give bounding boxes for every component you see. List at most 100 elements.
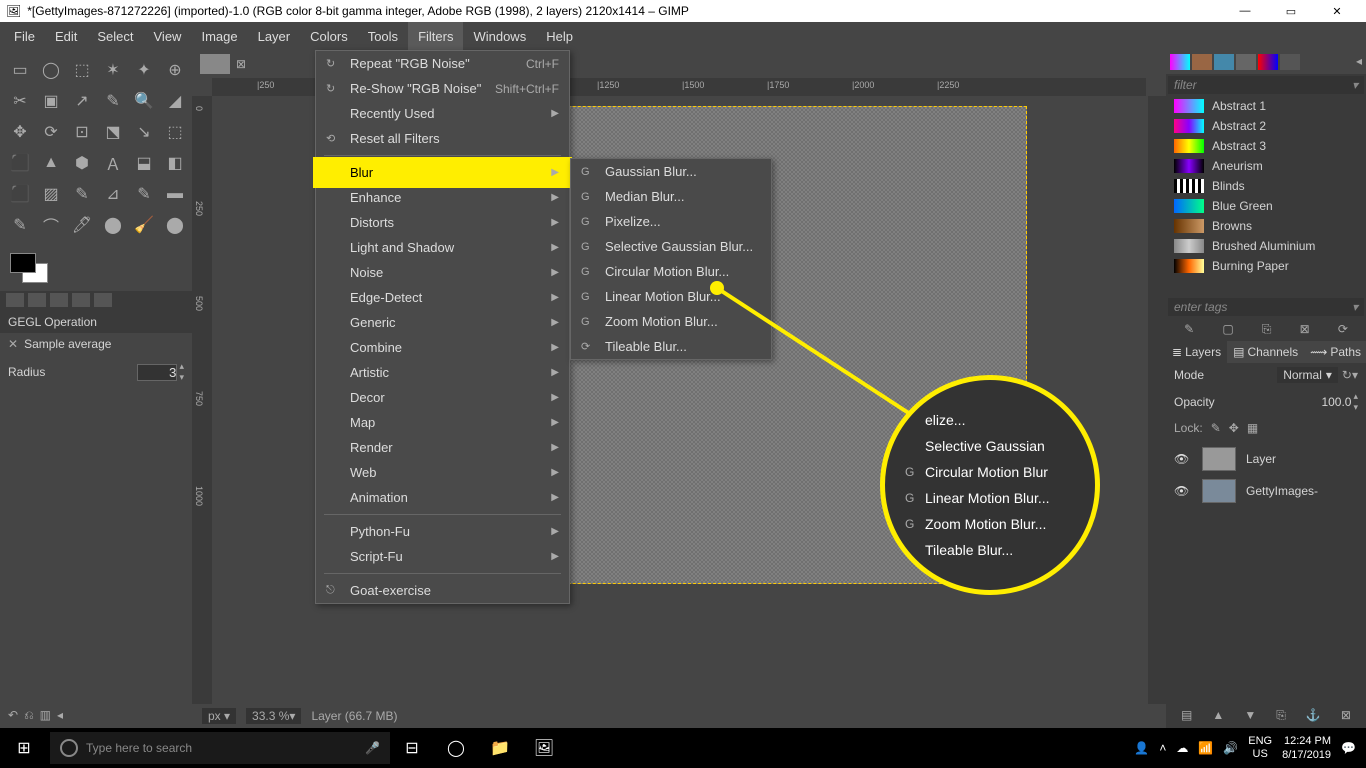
- submenu-item[interactable]: GCircular Motion Blur...: [571, 259, 771, 284]
- people-icon[interactable]: 👤: [1134, 741, 1149, 755]
- edit-icon[interactable]: ✎: [1184, 322, 1194, 337]
- menu-image[interactable]: Image: [191, 22, 247, 50]
- menu-item[interactable]: Blur▶: [316, 160, 569, 185]
- menu-item[interactable]: Artistic▶: [316, 360, 569, 385]
- tool-10[interactable]: 🔍: [130, 87, 158, 115]
- submenu-item[interactable]: GLinear Motion Blur...: [571, 284, 771, 309]
- tool-29[interactable]: ▬: [161, 180, 189, 208]
- gradient-item[interactable]: Burning Paper: [1166, 256, 1366, 276]
- mode-reset-icon[interactable]: ↻▾: [1342, 368, 1358, 382]
- menu-item[interactable]: Noise▶: [316, 260, 569, 285]
- menu-view[interactable]: View: [144, 22, 192, 50]
- visibility-icon[interactable]: 👁: [1174, 484, 1192, 498]
- task-view-icon[interactable]: ⊟: [390, 728, 434, 768]
- tool-16[interactable]: ↘: [130, 118, 158, 146]
- gradient-item[interactable]: Abstract 3: [1166, 136, 1366, 156]
- sample-average-row[interactable]: ✕Sample average: [0, 333, 192, 355]
- panel-tab-layers[interactable]: ≣Layers: [1166, 341, 1227, 363]
- menu-select[interactable]: Select: [87, 22, 143, 50]
- gradient-item[interactable]: Abstract 1: [1166, 96, 1366, 116]
- lock-alpha-icon[interactable]: ▦: [1247, 421, 1258, 435]
- refresh-icon[interactable]: ⟳: [1338, 322, 1348, 337]
- tool-8[interactable]: ↗: [68, 87, 96, 115]
- tool-28[interactable]: ✎: [130, 180, 158, 208]
- tool-5[interactable]: ⊕: [161, 56, 189, 84]
- mic-icon[interactable]: 🎤: [365, 741, 380, 755]
- menu-tools[interactable]: Tools: [358, 22, 408, 50]
- language-indicator[interactable]: ENGUS: [1248, 735, 1272, 761]
- patterns-tab-icon[interactable]: [1192, 54, 1212, 70]
- tool-20[interactable]: ⬢: [68, 149, 96, 177]
- gradient-item[interactable]: Blinds: [1166, 176, 1366, 196]
- menu-item[interactable]: Recently Used▶: [316, 101, 569, 126]
- menu-windows[interactable]: Windows: [463, 22, 536, 50]
- new-icon[interactable]: ▢: [1222, 322, 1233, 337]
- tool-9[interactable]: ✎: [99, 87, 127, 115]
- explorer-icon[interactable]: 📁: [478, 728, 522, 768]
- menu-item[interactable]: Distorts▶: [316, 210, 569, 235]
- duplicate-icon[interactable]: ⎘: [1262, 322, 1272, 337]
- menu-item[interactable]: Enhance▶: [316, 185, 569, 210]
- gradient-filter-input[interactable]: filter▾: [1168, 76, 1364, 94]
- history-tab-icon[interactable]: [1236, 54, 1256, 70]
- doc-tab-icon[interactable]: [1280, 54, 1300, 70]
- menu-item[interactable]: Light and Shadow▶: [316, 235, 569, 260]
- tool-17[interactable]: ⬚: [161, 118, 189, 146]
- gradient-item[interactable]: Blue Green: [1166, 196, 1366, 216]
- tool-0[interactable]: ▭: [6, 56, 34, 84]
- delete-icon[interactable]: ⊠: [1300, 322, 1310, 337]
- image-tab-thumb[interactable]: [200, 54, 230, 74]
- menu-item[interactable]: ⟲Reset all Filters: [316, 126, 569, 151]
- tool-33[interactable]: ⬤: [99, 211, 127, 239]
- menu-item[interactable]: Render▶: [316, 435, 569, 460]
- gradient-item[interactable]: Brushed Aluminium: [1166, 236, 1366, 256]
- tool-24[interactable]: ⬛: [6, 180, 34, 208]
- tool-35[interactable]: ⬤: [161, 211, 189, 239]
- tool-30[interactable]: ✎: [6, 211, 34, 239]
- tool-31[interactable]: ⌒: [37, 211, 65, 239]
- menu-help[interactable]: Help: [536, 22, 583, 50]
- tool-1[interactable]: ◯: [37, 56, 65, 84]
- gradient-item[interactable]: Abstract 2: [1166, 116, 1366, 136]
- menu-item[interactable]: Python-Fu▶: [316, 519, 569, 544]
- submenu-item[interactable]: GZoom Motion Blur...: [571, 309, 771, 334]
- fonts-tab-icon[interactable]: [1214, 54, 1234, 70]
- menu-filters[interactable]: Filters: [408, 22, 463, 50]
- gimp-taskbar-icon[interactable]: 🖼: [522, 728, 566, 768]
- tool-18[interactable]: ⬛: [6, 149, 34, 177]
- clock[interactable]: 12:24 PM8/17/2019: [1282, 734, 1331, 762]
- menu-layer[interactable]: Layer: [248, 22, 301, 50]
- panel-tab-paths[interactable]: ⟿Paths: [1304, 341, 1366, 363]
- menu-item[interactable]: Combine▶: [316, 335, 569, 360]
- tool-6[interactable]: ✂: [6, 87, 34, 115]
- mode-select[interactable]: Normal▾: [1277, 367, 1338, 383]
- menu-file[interactable]: File: [4, 22, 45, 50]
- taskbar-search[interactable]: Type here to search 🎤: [50, 732, 390, 764]
- submenu-item[interactable]: GPixelize...: [571, 209, 771, 234]
- menu-item[interactable]: ⎋Goat-exercise: [316, 578, 569, 603]
- volume-icon[interactable]: 🔊: [1223, 741, 1238, 755]
- submenu-item[interactable]: ⟳Tileable Blur...: [571, 334, 771, 359]
- minimize-button[interactable]: —: [1222, 0, 1268, 22]
- menu-edit[interactable]: Edit: [45, 22, 87, 50]
- onedrive-icon[interactable]: ☁: [1176, 741, 1188, 755]
- maximize-button[interactable]: ▭: [1268, 0, 1314, 22]
- wifi-icon[interactable]: 📶: [1198, 741, 1213, 755]
- tool-32[interactable]: 🖊: [68, 211, 96, 239]
- palette-tab-icon[interactable]: [1258, 54, 1278, 70]
- gradient-list[interactable]: Abstract 1Abstract 2Abstract 3AneurismBl…: [1166, 96, 1366, 296]
- menu-item[interactable]: Generic▶: [316, 310, 569, 335]
- menu-item[interactable]: Decor▶: [316, 385, 569, 410]
- menu-item[interactable]: ↻Repeat "RGB Noise"Ctrl+F: [316, 51, 569, 76]
- tool-12[interactable]: ✥: [6, 118, 34, 146]
- tool-7[interactable]: ▣: [37, 87, 65, 115]
- fg-color[interactable]: [10, 253, 36, 273]
- panel-tab-channels[interactable]: ▤Channels: [1227, 341, 1304, 363]
- notifications-icon[interactable]: 💬: [1341, 741, 1356, 755]
- close-icon[interactable]: ✕: [8, 337, 18, 351]
- chrome-icon[interactable]: ◯: [434, 728, 478, 768]
- tool-34[interactable]: 🧹: [130, 211, 158, 239]
- opacity-row[interactable]: Opacity 100.0 ▴▾: [1166, 387, 1366, 417]
- menu-item[interactable]: Script-Fu▶: [316, 544, 569, 569]
- tool-23[interactable]: ◧: [161, 149, 189, 177]
